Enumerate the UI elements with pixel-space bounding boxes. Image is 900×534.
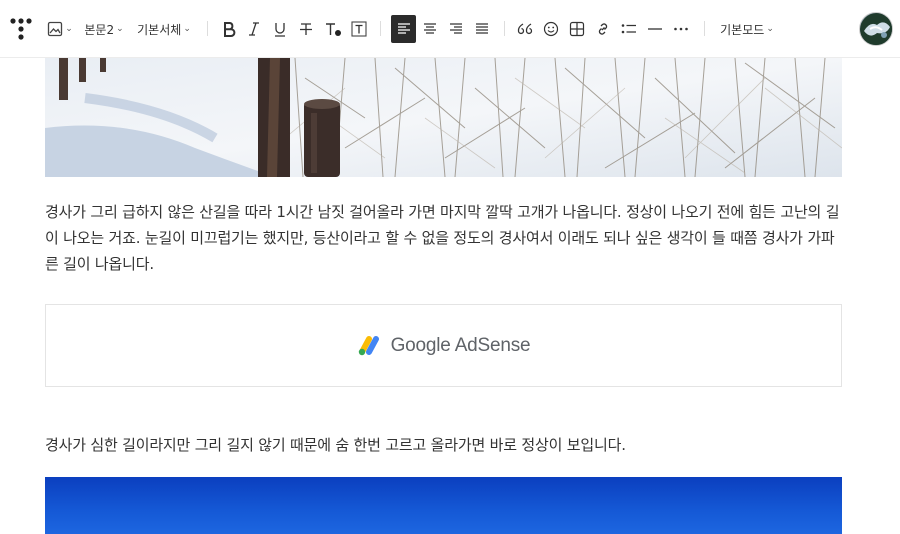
snow-trail-image <box>45 58 842 177</box>
text-color-icon <box>326 23 341 36</box>
adsense-placeholder[interactable]: Google AdSense <box>45 304 842 387</box>
toolbar-divider <box>207 21 208 36</box>
font-family-label: 기본서체 <box>137 22 182 37</box>
chevron-down-icon: ⌄ <box>766 24 774 34</box>
italic-button[interactable] <box>243 15 265 43</box>
quote-button[interactable] <box>514 15 536 43</box>
tistory-logo[interactable] <box>8 15 34 43</box>
google-adsense-logo-icon <box>358 335 379 355</box>
paragraph-summit-description[interactable]: 경사가 심한 길이라지만 그리 길지 않기 때문에 숨 한번 고르고 올라가면 … <box>45 432 845 458</box>
chevron-down-icon: ⌄ <box>183 24 191 34</box>
link-button[interactable] <box>592 15 614 43</box>
adsense-label: Google AdSense <box>390 334 531 356</box>
align-center-icon <box>424 23 436 34</box>
toolbar-divider <box>380 21 381 36</box>
underline-button[interactable] <box>269 15 291 43</box>
strikethrough-icon <box>300 23 312 35</box>
paragraph-style-select[interactable]: 본문2 ⌄ <box>82 15 126 43</box>
paragraph-trail-description[interactable]: 경사가 그리 급하지 않은 산길을 따라 1시간 남짓 걸어올라 가면 마지막 … <box>45 199 845 277</box>
more-horizontal-icon <box>674 27 688 31</box>
align-justify-button[interactable] <box>470 15 494 43</box>
horizontal-line-button[interactable] <box>644 15 666 43</box>
strikethrough-button[interactable] <box>295 15 317 43</box>
text-background-button[interactable] <box>348 15 370 43</box>
text-background-icon <box>351 21 367 37</box>
snow-trail-photo[interactable] <box>45 58 842 177</box>
smiley-icon <box>543 21 559 37</box>
align-justify-icon <box>476 23 488 34</box>
quote-icon <box>517 23 533 35</box>
paragraph-style-label: 본문2 <box>84 22 115 37</box>
table-icon <box>569 21 585 37</box>
toolbar-divider <box>704 21 705 36</box>
editor-mode-select[interactable]: 기본모드 ⌄ <box>716 15 778 43</box>
list-button[interactable] <box>618 15 640 43</box>
link-icon <box>598 23 608 35</box>
text-color-button[interactable] <box>321 15 345 43</box>
align-right-icon <box>450 23 462 34</box>
align-left-button[interactable] <box>391 15 416 43</box>
toolbar-divider <box>504 21 505 36</box>
tistory-logo-icon <box>10 18 32 40</box>
align-left-icon <box>397 23 410 34</box>
editor-toolbar: ⌄ 본문2 ⌄ 기본서체 ⌄ 기본모드 ⌄ <box>0 0 900 58</box>
align-right-button[interactable] <box>444 15 468 43</box>
chevron-down-icon: ⌄ <box>116 24 124 34</box>
blue-sky-photo[interactable] <box>45 477 842 534</box>
italic-icon <box>249 22 259 36</box>
image-icon <box>48 21 63 37</box>
editor-mode-label: 기본모드 <box>720 22 765 37</box>
table-button[interactable] <box>566 15 588 43</box>
chevron-down-icon: ⌄ <box>65 24 73 34</box>
emoticon-button[interactable] <box>540 15 562 43</box>
font-family-select[interactable]: 기본서체 ⌄ <box>134 15 194 43</box>
more-options-button[interactable] <box>670 15 692 43</box>
bullet-list-icon <box>621 24 636 34</box>
bold-button[interactable] <box>218 15 240 43</box>
user-avatar[interactable] <box>859 12 893 46</box>
underline-icon <box>275 23 285 37</box>
horizontal-rule-icon <box>648 28 662 30</box>
avatar-image <box>860 13 892 45</box>
insert-image-button[interactable]: ⌄ <box>46 15 74 43</box>
bold-icon <box>224 22 236 37</box>
align-center-button[interactable] <box>418 15 442 43</box>
